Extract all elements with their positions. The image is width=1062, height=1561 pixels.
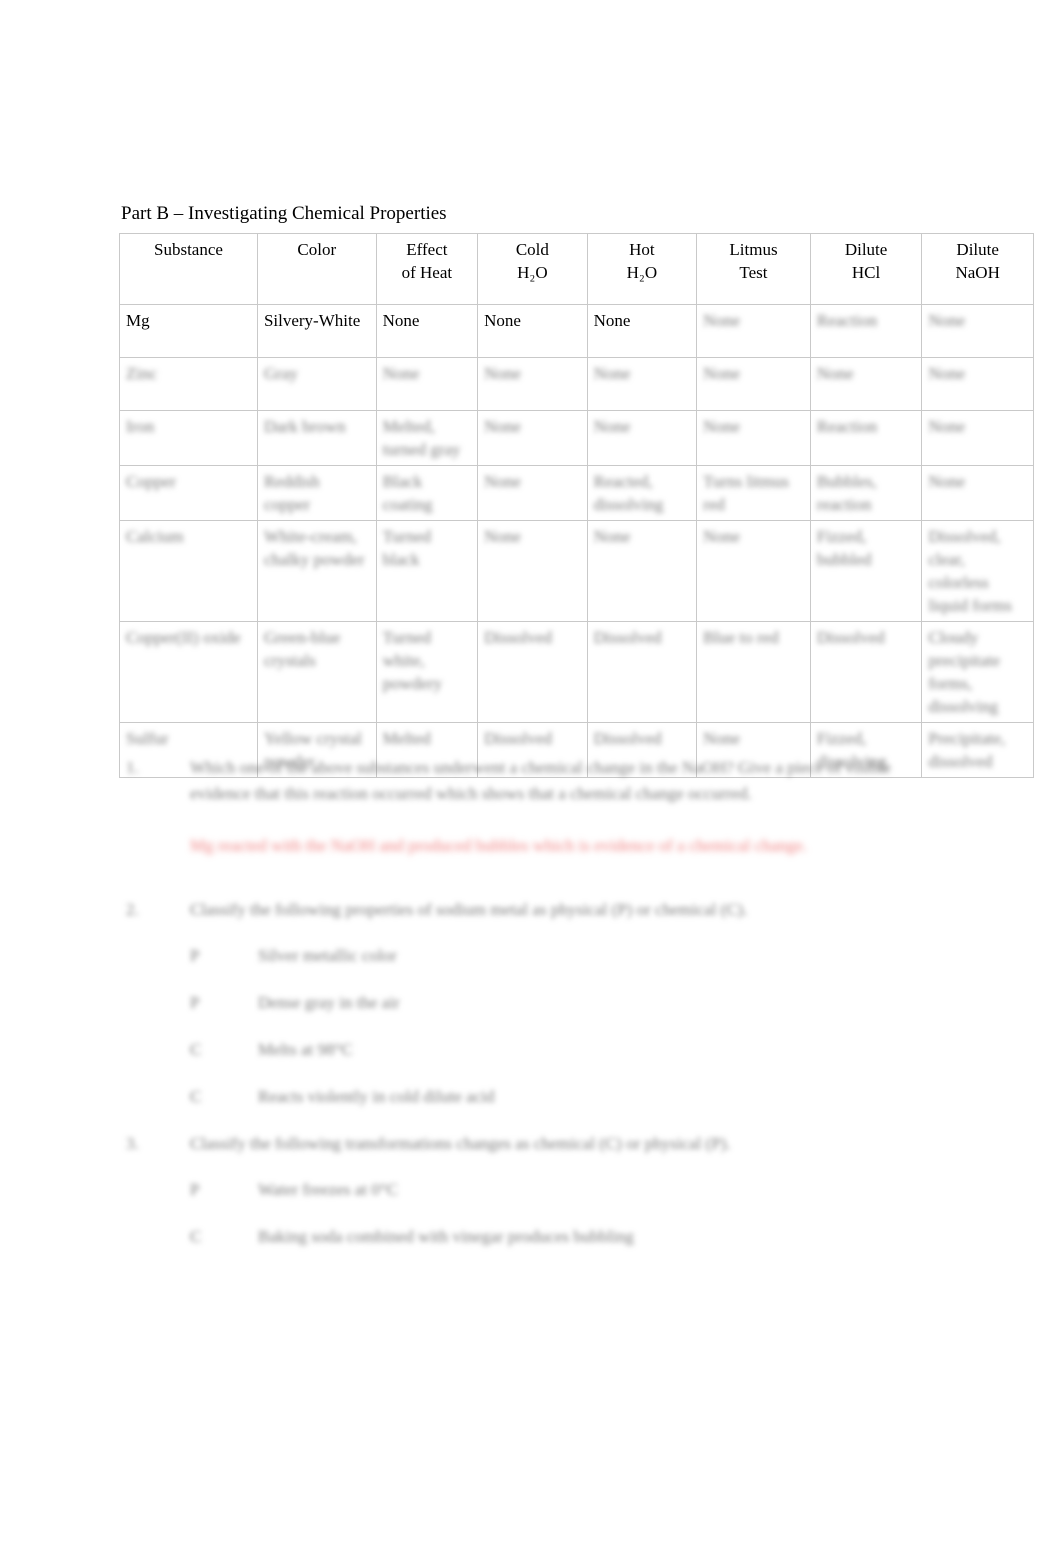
table-row: Calcium White-cream, chalky powder Turne…: [119, 520, 1034, 622]
column-header-dilute-naoh: Dilute NaOH: [921, 233, 1034, 305]
cell-substance: Zinc: [119, 357, 258, 411]
header-line-2: of Heat: [401, 263, 453, 282]
subitem-text: Dense gray in the air: [258, 993, 400, 1012]
question-number: 3.: [126, 1134, 139, 1153]
cell-substance: Copper: [119, 465, 258, 521]
cell-cold-water: None: [477, 465, 588, 521]
cell-dilute-naoh: None: [921, 465, 1034, 521]
table-row: Copper(II) oxide Green-blue crystals Tur…: [119, 621, 1034, 723]
cell-cold-water: None: [477, 304, 588, 358]
table-row: Copper Reddish copper Black coating None…: [119, 465, 1034, 521]
column-header-dilute-hcl: Dilute HCl: [809, 233, 923, 305]
cell-dilute-naoh: None: [921, 410, 1034, 466]
table-header-row: Substance Color Effect of Heat Cold H₂O …: [119, 233, 1034, 305]
header-line-1: Dilute: [844, 240, 888, 259]
cell-color: Gray: [256, 357, 377, 411]
header-line-2: H₂O: [626, 263, 658, 282]
cell-dilute-hcl: Dissolved: [809, 621, 923, 723]
header-line-1: Effect: [406, 240, 448, 259]
cell-color: Silvery-White: [256, 304, 377, 358]
cell-litmus-test: Turns litmus red: [696, 465, 811, 521]
cell-effect-of-heat: Turned white, powdery: [375, 621, 479, 723]
column-header-hot-water: Hot H₂O: [586, 233, 698, 305]
cell-effect-of-heat: Melted, turned gray: [375, 410, 479, 466]
header-line-2: H₂O: [517, 263, 548, 282]
cell-hot-water: None: [586, 410, 698, 466]
header-line-2: NaOH: [955, 263, 1000, 282]
column-header-color: Color: [256, 233, 377, 305]
cell-hot-water: None: [586, 357, 698, 411]
header-line-1: Dilute: [956, 240, 999, 259]
header-line-1: Cold: [515, 240, 549, 259]
cell-substance: Calcium: [119, 520, 258, 622]
header-line-2: Test: [739, 263, 768, 282]
cell-substance: Mg: [119, 304, 258, 358]
table-row: Zinc Gray None None None None None None: [119, 357, 1034, 411]
cell-dilute-naoh: None: [921, 304, 1034, 358]
cell-litmus-test: Blue to red: [696, 621, 811, 723]
cell-substance: Copper(II) oxide: [119, 621, 258, 723]
header-line-1: Hot: [629, 240, 655, 259]
cell-effect-of-heat: Turned black: [375, 520, 479, 622]
subitem-text: Water freezes at 0°C: [258, 1180, 398, 1199]
subitem-answer-label[interactable]: C: [190, 1224, 234, 1250]
question-number: 1.: [126, 758, 139, 777]
table-row: Iron Dark brown Melted, turned gray None…: [119, 410, 1034, 466]
column-header-substance: Substance: [119, 233, 258, 305]
cell-hot-water: None: [586, 304, 698, 358]
subitem-answer-label[interactable]: C: [190, 1084, 234, 1110]
cell-effect-of-heat: Black coating: [375, 465, 479, 521]
cell-effect-of-heat: None: [375, 357, 479, 411]
subitem-answer-label[interactable]: C: [190, 1037, 234, 1063]
cell-litmus-test: None: [696, 410, 811, 466]
question-answer: Mg reacted with the NaOH and produced bu…: [190, 836, 807, 855]
question-text: Classify the following properties of sod…: [190, 900, 748, 919]
cell-color: White-cream, chalky powder: [256, 520, 377, 622]
cell-cold-water: None: [477, 520, 588, 622]
cell-dilute-hcl: Fizzed, bubbled: [809, 520, 923, 622]
cell-color: Reddish copper: [256, 465, 377, 521]
header-line-1: Substance: [154, 240, 223, 259]
cell-hot-water: Dissolved: [586, 621, 698, 723]
cell-cold-water: None: [477, 410, 588, 466]
cell-dilute-hcl: Reaction: [809, 304, 923, 358]
column-header-effect-of-heat: Effect of Heat: [375, 233, 479, 305]
header-line-1: Color: [297, 240, 337, 259]
cell-dilute-hcl: Reaction: [809, 410, 923, 466]
cell-hot-water: Reacted, dissolving: [586, 465, 698, 521]
cell-dilute-naoh: None: [921, 357, 1034, 411]
cell-cold-water: Dissolved: [477, 621, 588, 723]
cell-substance: Iron: [119, 410, 258, 466]
column-header-cold-water: Cold H₂O: [477, 233, 588, 305]
cell-dilute-hcl: None: [809, 357, 923, 411]
subitem-answer-label[interactable]: P: [190, 990, 234, 1016]
subitem-text: Silver metallic color: [258, 946, 397, 965]
question-text: Classify the following transformations c…: [190, 1134, 731, 1153]
header-line-1: Litmus: [729, 240, 778, 259]
cell-litmus-test: None: [696, 304, 811, 358]
cell-cold-water: None: [477, 357, 588, 411]
header-line-2: HCl: [851, 263, 881, 282]
subitem-text: Reacts violently in cold dilute acid: [258, 1087, 495, 1106]
cell-dilute-hcl: Bubbles, reaction: [809, 465, 923, 521]
cell-dilute-naoh: Cloudy precipitate forms, dissolving: [921, 621, 1034, 723]
table-row: Mg Silvery-White None None None None Rea…: [119, 304, 1034, 358]
subitem-text: Baking soda combined with vinegar produc…: [258, 1227, 634, 1246]
chemical-properties-table: Substance Color Effect of Heat Cold H₂O …: [119, 233, 1034, 778]
cell-hot-water: None: [586, 520, 698, 622]
question-number: 2.: [126, 900, 139, 919]
cell-dilute-naoh: Dissolved, clear, colorless liquid forms: [921, 520, 1034, 622]
subitem-text: Melts at 98°C: [258, 1040, 353, 1059]
cell-color: Dark brown: [256, 410, 377, 466]
column-header-litmus-test: Litmus Test: [696, 233, 811, 305]
cell-litmus-test: None: [696, 357, 811, 411]
subitem-answer-label[interactable]: P: [190, 943, 234, 969]
subitem-answer-label[interactable]: P: [190, 1177, 234, 1203]
cell-litmus-test: None: [696, 520, 811, 622]
cell-effect-of-heat: None: [375, 304, 479, 358]
cell-color: Green-blue crystals: [256, 621, 377, 723]
page-title: Part B – Investigating Chemical Properti…: [121, 203, 447, 224]
question-text: Which one of the above substances underw…: [190, 758, 891, 803]
